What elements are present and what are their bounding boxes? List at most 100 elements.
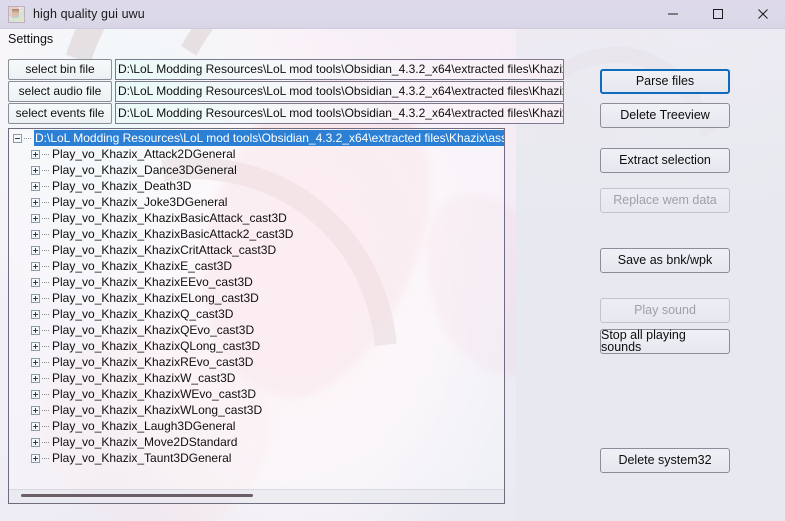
expand-plus-icon[interactable] <box>31 245 40 255</box>
events-file-path-value: D:\LoL Modding Resources\LoL mod tools\O… <box>118 106 564 120</box>
tree-item[interactable]: Play_vo_Khazix_KhazixWEvo_cast3D <box>9 386 504 402</box>
tree-item-label: Play_vo_Khazix_KhazixBasicAttack_cast3D <box>52 211 287 225</box>
file-row-events: select events file D:\LoL Modding Resour… <box>8 103 564 124</box>
expand-plus-icon[interactable] <box>31 213 40 223</box>
tree-connector-line <box>42 361 49 363</box>
extract-selection-button[interactable]: Extract selection <box>600 148 730 173</box>
play-sound-button[interactable]: Play sound <box>600 298 730 323</box>
title-bar: high quality gui uwu <box>0 0 785 29</box>
tree-item[interactable]: Play_vo_Khazix_Taunt3DGeneral <box>9 450 504 466</box>
close-icon[interactable] <box>740 0 785 29</box>
tree-connector-line <box>42 441 49 443</box>
delete-system32-button[interactable]: Delete system32 <box>600 448 730 473</box>
tree-connector-line <box>42 393 49 395</box>
menu-bar: Settings <box>0 29 785 50</box>
expand-plus-icon[interactable] <box>31 149 40 159</box>
expand-plus-icon[interactable] <box>31 277 40 287</box>
tree-root-node[interactable]: D:\LoL Modding Resources\LoL mod tools\O… <box>9 130 504 146</box>
expand-plus-icon[interactable] <box>31 261 40 271</box>
tree-item[interactable]: Play_vo_Khazix_KhazixBasicAttack2_cast3D <box>9 226 504 242</box>
tree-item[interactable]: Play_vo_Khazix_KhazixCritAttack_cast3D <box>9 242 504 258</box>
tree-connector-line <box>42 409 49 411</box>
expand-plus-icon[interactable] <box>31 341 40 351</box>
app-thumbnail-icon <box>8 5 25 23</box>
window-controls <box>650 0 785 29</box>
expand-plus-icon[interactable] <box>31 229 40 239</box>
tree-connector-line <box>42 345 49 347</box>
tree-connector-line <box>42 425 49 427</box>
tree-item-label: Play_vo_Khazix_Dance3DGeneral <box>52 163 237 177</box>
tree-item[interactable]: Play_vo_Khazix_Death3D <box>9 178 504 194</box>
select-audio-file-button[interactable]: select audio file <box>8 81 112 102</box>
treeview-horizontal-scrollbar[interactable] <box>9 489 504 503</box>
select-bin-file-button[interactable]: select bin file <box>8 59 112 80</box>
parse-files-button[interactable]: Parse files <box>600 69 730 94</box>
tree-connector-line <box>42 185 49 187</box>
tree-item-label: Play_vo_Khazix_KhazixQLong_cast3D <box>52 339 261 353</box>
minimize-icon[interactable] <box>650 0 695 29</box>
tree-children-container: Play_vo_Khazix_Attack2DGeneral Play_vo_Kh… <box>9 146 504 466</box>
stop-all-playing-sounds-button[interactable]: Stop all playing sounds <box>600 328 730 354</box>
expand-plus-icon[interactable] <box>31 357 40 367</box>
expand-plus-icon[interactable] <box>31 453 40 463</box>
scrollbar-thumb[interactable] <box>21 494 253 497</box>
tree-item[interactable]: Play_vo_Khazix_KhazixREvo_cast3D <box>9 354 504 370</box>
expand-plus-icon[interactable] <box>31 421 40 431</box>
tree-item[interactable]: Play_vo_Khazix_Joke3DGeneral <box>9 194 504 210</box>
tree-connector-line <box>42 297 49 299</box>
tree-item-label: Play_vo_Khazix_KhazixE_cast3D <box>52 259 233 273</box>
tree-connector-line <box>42 377 49 379</box>
tree-item[interactable]: Play_vo_Khazix_KhazixEEvo_cast3D <box>9 274 504 290</box>
audio-events-treeview[interactable]: D:\LoL Modding Resources\LoL mod tools\O… <box>8 128 505 504</box>
replace-wem-data-button[interactable]: Replace wem data <box>600 188 730 213</box>
select-events-file-button[interactable]: select events file <box>8 103 112 124</box>
tree-connector-line <box>42 457 49 459</box>
tree-item[interactable]: Play_vo_Khazix_KhazixQ_cast3D <box>9 306 504 322</box>
delete-treeview-button[interactable]: Delete Treeview <box>600 103 730 128</box>
expand-plus-icon[interactable] <box>31 165 40 175</box>
tree-item[interactable]: Play_vo_Khazix_Laugh3DGeneral <box>9 418 504 434</box>
expand-plus-icon[interactable] <box>31 437 40 447</box>
tree-item-label: Play_vo_Khazix_Joke3DGeneral <box>52 195 228 209</box>
tree-item-label: Play_vo_Khazix_KhazixBasicAttack2_cast3D <box>52 227 294 241</box>
maximize-icon[interactable] <box>695 0 740 29</box>
tree-item-label: Play_vo_Khazix_KhazixREvo_cast3D <box>52 355 254 369</box>
save-as-bnk-wpk-button[interactable]: Save as bnk/wpk <box>600 248 730 273</box>
tree-item-label: Play_vo_Khazix_Attack2DGeneral <box>52 147 236 161</box>
tree-item-label: Play_vo_Khazix_KhazixWLong_cast3D <box>52 403 263 417</box>
title-bar-left: high quality gui uwu <box>0 5 650 23</box>
collapse-minus-icon[interactable] <box>13 133 22 143</box>
expand-plus-icon[interactable] <box>31 373 40 383</box>
tree-item-label: Play_vo_Khazix_KhazixWEvo_cast3D <box>52 387 257 401</box>
tree-item[interactable]: Play_vo_Khazix_KhazixELong_cast3D <box>9 290 504 306</box>
menu-item-settings[interactable]: Settings <box>0 30 60 49</box>
tree-root-label: D:\LoL Modding Resources\LoL mod tools\O… <box>34 130 504 146</box>
expand-plus-icon[interactable] <box>31 405 40 415</box>
tree-item[interactable]: Play_vo_Khazix_KhazixQLong_cast3D <box>9 338 504 354</box>
treeview-content: D:\LoL Modding Resources\LoL mod tools\O… <box>9 129 504 489</box>
expand-plus-icon[interactable] <box>31 389 40 399</box>
expand-plus-icon[interactable] <box>31 197 40 207</box>
expand-plus-icon[interactable] <box>31 325 40 335</box>
tree-connector-line <box>42 201 49 203</box>
expand-plus-icon[interactable] <box>31 181 40 191</box>
expand-plus-icon[interactable] <box>31 293 40 303</box>
tree-item[interactable]: Play_vo_Khazix_Move2DStandard <box>9 434 504 450</box>
tree-item[interactable]: Play_vo_Khazix_KhazixQEvo_cast3D <box>9 322 504 338</box>
expand-plus-icon[interactable] <box>31 309 40 319</box>
bin-file-path-input[interactable]: D:\LoL Modding Resources\LoL mod tools\O… <box>115 59 564 80</box>
tree-item[interactable]: Play_vo_Khazix_KhazixWLong_cast3D <box>9 402 504 418</box>
events-file-path-input[interactable]: D:\LoL Modding Resources\LoL mod tools\O… <box>115 103 564 124</box>
tree-item[interactable]: Play_vo_Khazix_KhazixE_cast3D <box>9 258 504 274</box>
tree-connector-line <box>42 217 49 219</box>
tree-item[interactable]: Play_vo_Khazix_Attack2DGeneral <box>9 146 504 162</box>
tree-item-label: Play_vo_Khazix_Move2DStandard <box>52 435 238 449</box>
tree-item-label: Play_vo_Khazix_Death3D <box>52 179 192 193</box>
tree-item-label: Play_vo_Khazix_KhazixQ_cast3D <box>52 307 234 321</box>
audio-file-path-input[interactable]: D:\LoL Modding Resources\LoL mod tools\O… <box>115 81 564 102</box>
tree-connector-line <box>42 249 49 251</box>
tree-item[interactable]: Play_vo_Khazix_Dance3DGeneral <box>9 162 504 178</box>
tree-connector-line <box>42 313 49 315</box>
tree-item[interactable]: Play_vo_Khazix_KhazixBasicAttack_cast3D <box>9 210 504 226</box>
tree-item[interactable]: Play_vo_Khazix_KhazixW_cast3D <box>9 370 504 386</box>
